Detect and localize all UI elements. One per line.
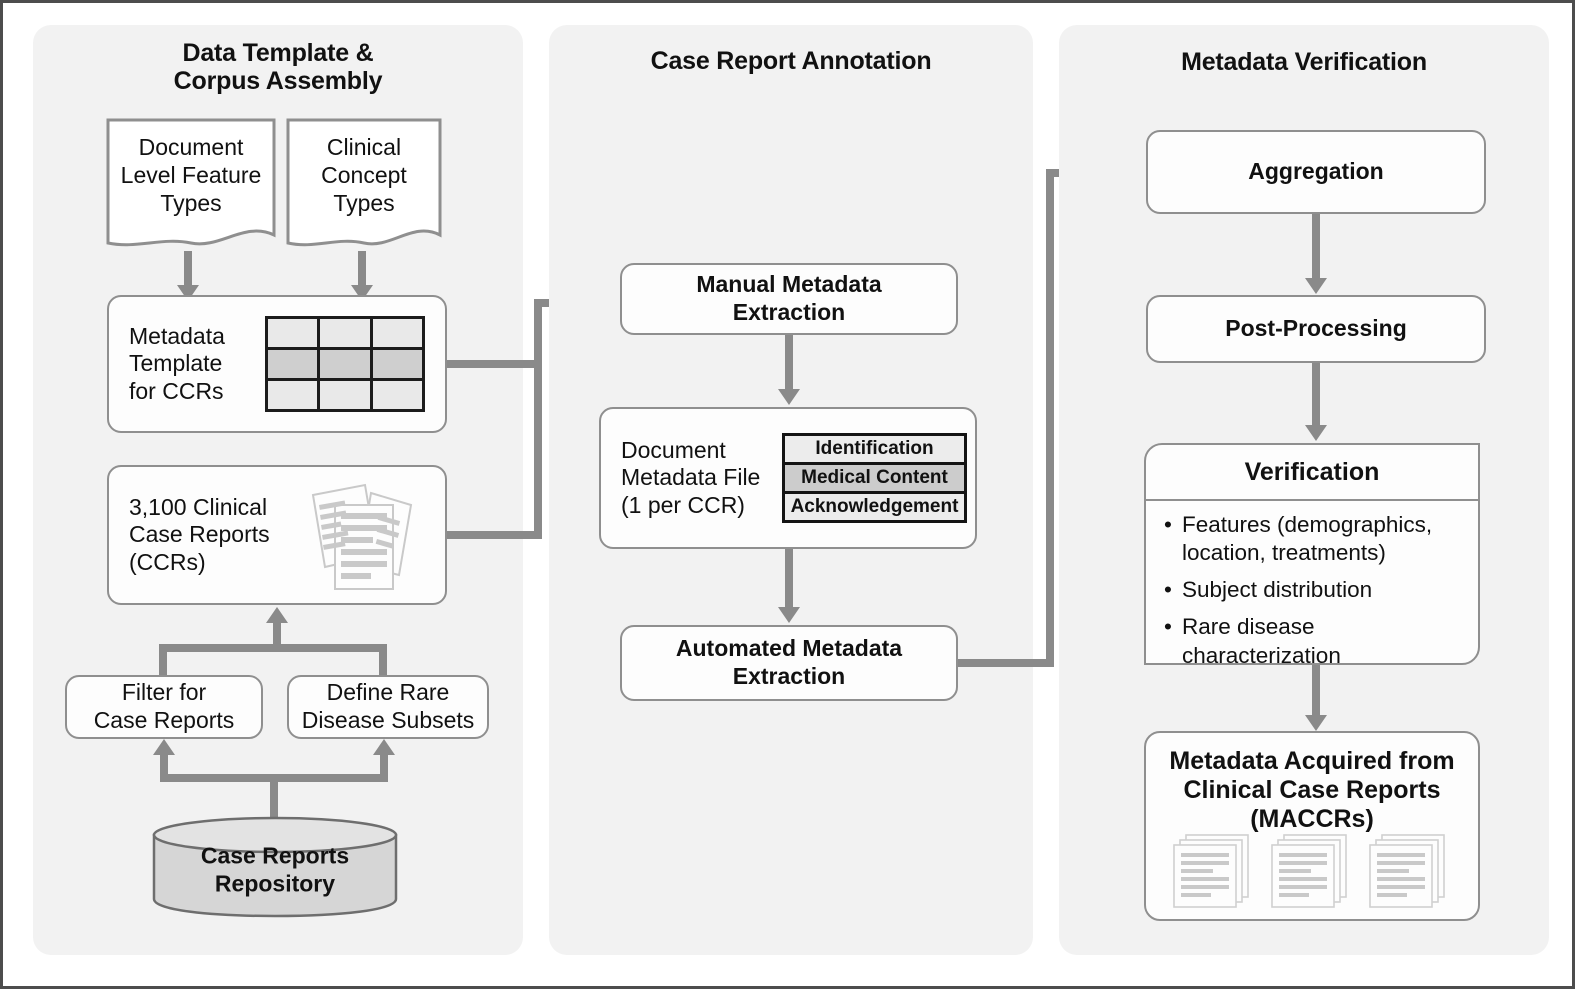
connector-verification-to-maccrs — [1312, 665, 1320, 717]
node-label: Document Metadata File (1 per CCR) — [621, 436, 761, 518]
node-automated-metadata-extraction: Automated Metadata Extraction — [620, 625, 958, 701]
connector-filter-up — [159, 644, 167, 676]
grid-cell-highlighted — [372, 350, 422, 378]
figure-root: Data Template & Corpus Assembly Document… — [0, 0, 1575, 989]
connector-ccrs-to-bus — [447, 531, 542, 539]
node-label: Post-Processing — [1225, 315, 1407, 342]
connector-define-up — [379, 644, 387, 676]
document-stacks-icon — [1164, 833, 1464, 913]
grid-cell — [268, 319, 318, 347]
panel-title-middle: Case Report Annotation — [650, 47, 932, 75]
metadata-section-row: Medical Content — [785, 465, 964, 494]
document-stacks-svg — [1173, 834, 1445, 908]
connector-postprocessing-to-verification — [1312, 363, 1320, 427]
verification-list-item: Features (demographics, location, treatm… — [1164, 511, 1464, 567]
node-label: 3,100 Clinical Case Reports (CCRs) — [129, 493, 270, 575]
node-label: Aggregation — [1248, 158, 1384, 185]
verification-list-item: Rare disease characterization — [1164, 613, 1464, 663]
arrowhead-down — [1305, 425, 1327, 441]
arrowhead-down — [1305, 715, 1327, 731]
node-label: Document Level Feature Types — [120, 134, 262, 217]
node-clinical-concept-types: Clinical Concept Types — [285, 117, 443, 251]
documents-pile-svg — [311, 483, 413, 590]
connector-vertical-bus-left — [534, 299, 542, 539]
node-label: Metadata Acquired from Clinical Case Rep… — [1169, 747, 1455, 833]
node-case-reports-repository: Case Reports Repository — [151, 815, 399, 919]
connector-automated-to-bus — [958, 659, 1054, 667]
connector-aggregation-to-postprocessing — [1312, 214, 1320, 280]
arrowhead-up — [373, 739, 395, 755]
grid-cell — [268, 381, 318, 409]
node-label: Filter for Case Reports — [93, 679, 235, 733]
verification-list-item: Subject distribution — [1164, 576, 1464, 604]
node-label: Manual Metadata Extraction — [696, 271, 882, 325]
grid-cell — [372, 381, 422, 409]
verification-body: Features (demographics, location, treatm… — [1146, 501, 1478, 663]
grid-cell — [320, 381, 370, 409]
node-document-level-feature-types: Document Level Feature Types — [105, 117, 277, 251]
arrowhead-up — [266, 607, 288, 623]
node-verification: Verification Features (demographics, loc… — [1144, 443, 1480, 665]
grid-cell-highlighted — [268, 350, 318, 378]
connector-featuretypes-to-template — [184, 251, 192, 287]
grid-cell — [320, 319, 370, 347]
node-post-processing: Post-Processing — [1146, 295, 1486, 363]
grid-cell-highlighted — [320, 350, 370, 378]
connector-metadatafile-to-automated — [785, 549, 793, 609]
arrowhead-down — [1305, 278, 1327, 294]
verification-list: Features (demographics, location, treatm… — [1164, 511, 1464, 663]
arrowhead-up — [153, 739, 175, 755]
connector-concepttypes-to-template — [358, 251, 366, 287]
diagram-stage: Data Template & Corpus Assembly Document… — [3, 3, 1572, 986]
panel-title-right: Metadata Verification — [1181, 48, 1427, 76]
grid-cell — [372, 319, 422, 347]
arrowhead-down — [778, 607, 800, 623]
node-label: Case Reports Repository — [200, 842, 350, 897]
verification-title: Verification — [1146, 445, 1478, 501]
node-aggregation: Aggregation — [1146, 130, 1486, 214]
documents-pile-icon — [299, 471, 425, 597]
connector-template-to-bus — [447, 360, 542, 368]
node-label: Automated Metadata Extraction — [675, 635, 903, 689]
metadata-sections-table: Identification Medical Content Acknowled… — [782, 433, 967, 523]
node-define-rare-disease-subsets: Define Rare Disease Subsets — [287, 675, 489, 739]
node-maccrs: Metadata Acquired from Clinical Case Rep… — [1144, 731, 1480, 921]
node-label: Metadata Template for CCRs — [129, 322, 225, 404]
metadata-section-row: Identification — [785, 436, 964, 465]
node-manual-metadata-extraction: Manual Metadata Extraction — [620, 263, 958, 335]
metadata-template-grid — [265, 316, 425, 412]
connector-manual-to-metadatafile — [785, 335, 793, 391]
node-label: Define Rare Disease Subsets — [301, 679, 475, 733]
arrowhead-down — [778, 389, 800, 405]
node-filter-for-case-reports: Filter for Case Reports — [65, 675, 263, 739]
connector-vertical-bus-right — [1046, 169, 1054, 667]
metadata-section-row: Acknowledgement — [785, 494, 964, 520]
connector-merge-bar-top — [159, 644, 387, 652]
panel-title-left: Data Template & Corpus Assembly — [173, 39, 383, 95]
node-label: Clinical Concept Types — [321, 134, 407, 217]
